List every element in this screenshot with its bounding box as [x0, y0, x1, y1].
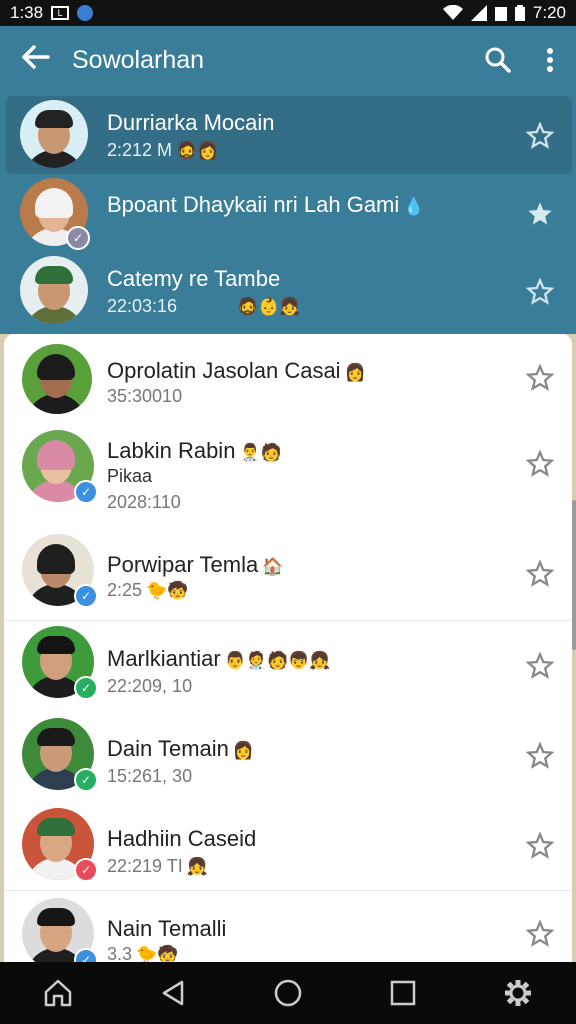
contact-name: Porwipar Temla 🏠: [107, 552, 284, 577]
verified-badge-icon: ✓: [74, 858, 98, 882]
battery-icon: [514, 5, 525, 21]
contact-row[interactable]: ✓ Porwipar Temla 🏠 2:25 🐤🧒: [4, 532, 572, 612]
navigation-bar: [0, 962, 576, 1024]
settings-gear-icon[interactable]: [488, 963, 548, 1023]
back-triangle-icon[interactable]: [143, 963, 203, 1023]
star-filled-icon[interactable]: [526, 200, 554, 228]
sim-icon: [494, 7, 507, 21]
contact-sub: 2:25 🐤🧒: [107, 580, 189, 600]
contact-name: Oprolatin Jasolan Casai 👩: [107, 358, 366, 383]
star-outline-icon[interactable]: [526, 364, 554, 392]
contact-row[interactable]: ✓ Hadhiin Caseid 22:219 TI 👧: [4, 806, 572, 886]
contact-sub: 2:212 M 🧔👩: [107, 140, 219, 160]
verified-badge-icon: ✓: [74, 676, 98, 700]
verified-badge-icon: ✓: [66, 226, 90, 250]
star-outline-icon[interactable]: [526, 920, 554, 948]
star-outline-icon[interactable]: [526, 832, 554, 860]
app-notification-icon: [77, 5, 94, 21]
avatar: [20, 100, 88, 168]
search-icon[interactable]: [472, 47, 524, 73]
top-contact-row[interactable]: Catemy re Tambe 22:03:16 🧔👶👧: [0, 256, 576, 326]
status-bar: 1:38 L 7:20: [0, 0, 576, 26]
contact-name: Nain Temalli: [107, 916, 227, 941]
notification-icon: L: [51, 6, 70, 20]
scrollbar[interactable]: [572, 500, 576, 650]
contact-name: Labkin Rabin 👨‍⚕️🧑: [107, 438, 282, 463]
contact-sub: 22:209, 10: [107, 676, 193, 696]
top-contact-list: Durriarka Mocain 2:212 M 🧔👩 ✓ Bpoant Dhay…: [0, 94, 576, 334]
star-outline-icon[interactable]: [526, 560, 554, 588]
star-outline-icon[interactable]: [526, 122, 554, 150]
star-outline-icon[interactable]: [526, 652, 554, 680]
contact-list: Oprolatin Jasolan Casai 👩 35:30010 ✓ Labk…: [4, 334, 572, 964]
contact-name: Bpoant Dhaykaii nri Lah Gami 💧: [107, 192, 425, 217]
contact-row[interactable]: ✓ Nain Temalli 3.3 🐤🧒: [4, 896, 572, 964]
contact-row[interactable]: ✓ Labkin Rabin 👨‍⚕️🧑 Pikaa 2028:110: [4, 428, 572, 512]
contact-row[interactable]: ✓ Dain Temain 👩 15:261, 30: [4, 716, 572, 796]
star-outline-icon[interactable]: [526, 278, 554, 306]
signal-icon: [470, 5, 487, 21]
contact-name: Catemy re Tambe: [107, 266, 281, 291]
contact-sub: 22:03:16 🧔👶👧: [107, 296, 301, 316]
contact-name: Durriarka Mocain: [107, 110, 275, 135]
avatar: [22, 344, 92, 414]
wifi-icon: [442, 5, 463, 20]
top-contact-row[interactable]: Durriarka Mocain 2:212 M 🧔👩: [0, 100, 576, 170]
home-circle-icon[interactable]: [258, 963, 318, 1023]
app-bar: Sowolarhan: [0, 26, 576, 94]
divider: [4, 620, 572, 621]
star-outline-icon[interactable]: [526, 742, 554, 770]
star-outline-icon[interactable]: [526, 450, 554, 478]
status-time-left: 1:38: [10, 3, 44, 22]
contact-sub: 35:30010: [107, 386, 183, 406]
contact-sub: 22:219 TI 👧: [107, 856, 208, 876]
contact-sub: 2028:110: [107, 492, 181, 512]
contact-row[interactable]: ✓ Marlkiantiar 👨🧑‍⚕️🧑👦👧 22:209, 10: [4, 624, 572, 704]
contact-row[interactable]: Oprolatin Jasolan Casai 👩 35:30010: [4, 342, 572, 418]
divider: [4, 890, 572, 891]
top-contact-row[interactable]: ✓ Bpoant Dhaykaii nri Lah Gami 💧: [0, 178, 576, 250]
verified-badge-icon: ✓: [74, 584, 98, 608]
back-arrow-icon[interactable]: [0, 43, 72, 77]
contact-extra: Pikaa: [107, 466, 153, 486]
contact-sub: 3.3 🐤🧒: [107, 944, 179, 964]
home-icon[interactable]: [28, 963, 88, 1023]
contact-sub: 15:261, 30: [107, 766, 193, 786]
avatar: [20, 256, 88, 324]
verified-badge-icon: ✓: [74, 768, 98, 792]
contact-name: Dain Temain 👩: [107, 736, 255, 761]
contact-name: Hadhiin Caseid: [107, 826, 257, 851]
verified-badge-icon: ✓: [74, 480, 98, 504]
page-title: Sowolarhan: [72, 45, 205, 74]
recents-square-icon[interactable]: [373, 963, 433, 1023]
contact-name: Marlkiantiar 👨🧑‍⚕️🧑👦👧: [107, 646, 331, 671]
more-options-icon[interactable]: [524, 48, 576, 72]
status-time-right: 7:20: [532, 3, 566, 22]
